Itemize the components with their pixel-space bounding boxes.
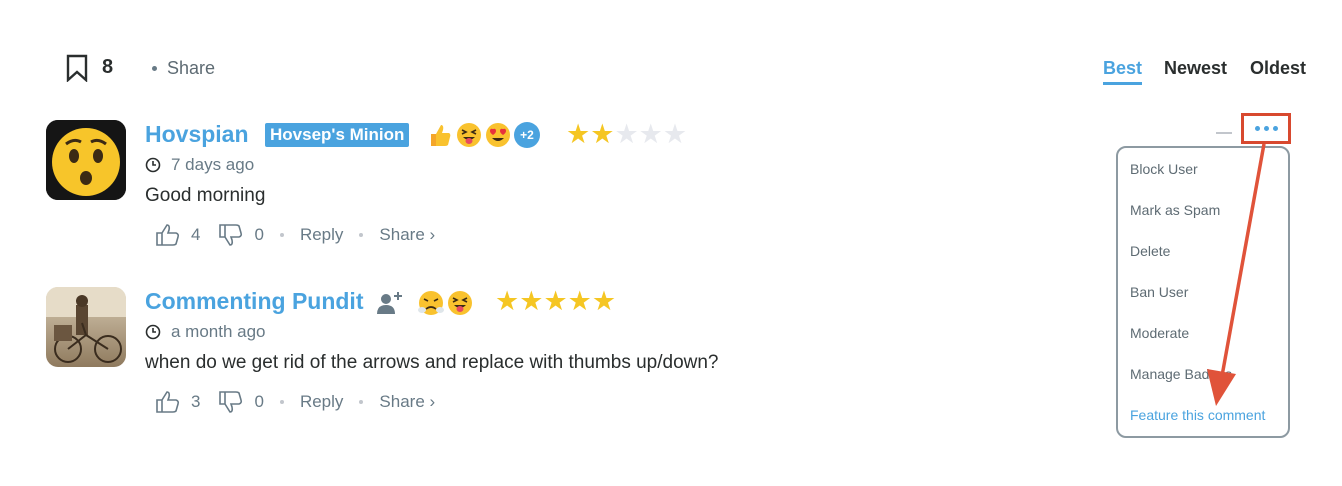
star-empty-icon: ★ [614,119,639,149]
comment-body: when do we get rid of the arrows and rep… [145,352,719,373]
comment-actions: 4 0 Reply Share › [155,223,435,247]
star-empty-icon: ★ [662,119,688,149]
steam-from-nose-emoji-icon [418,291,444,315]
clock-icon [145,324,161,340]
comment-timestamp[interactable]: 7 days ago [171,155,254,175]
downvote-count: 0 [254,392,264,411]
dot-icon [1254,126,1260,131]
comment-actions: 3 0 Reply Share › [155,390,435,414]
thumbs-up-icon [431,125,451,146]
bicycle-photo-avatar [46,287,126,367]
star-icon: ★ [543,286,568,316]
comment-body: Good morning [145,185,266,206]
reaction-list[interactable] [376,290,473,316]
separator-dot [359,400,364,404]
menu-item-block-user[interactable]: Block User [1130,161,1198,177]
star-icon: ★ [519,286,544,316]
squinting-tongue-emoji-icon [457,123,481,147]
share-label: Share [167,58,216,78]
upvote-count: 3 [191,392,201,411]
upvote-icon[interactable] [155,223,181,247]
separator-dot [152,66,157,71]
upvote-icon[interactable] [155,390,181,414]
squinting-tongue-emoji-icon [448,291,472,315]
surprised-face-icon [46,120,126,200]
menu-item-delete[interactable]: Delete [1130,243,1170,259]
bookmark-icon[interactable] [66,54,88,82]
collapse-button[interactable] [1216,132,1232,134]
tab-newest[interactable]: Newest [1164,58,1227,79]
tab-oldest[interactable]: Oldest [1250,58,1306,79]
downvote-icon[interactable] [218,223,244,247]
more-reactions-badge[interactable]: +2 [514,122,540,148]
dot-icon [1272,126,1278,131]
comment-meta: 7 days ago [145,155,254,175]
menu-item-ban-user[interactable]: Ban User [1130,284,1188,300]
annotation-arrow-icon [1207,143,1266,406]
star-icon: ★ [566,119,591,149]
share-comment-button[interactable]: Share › [379,392,435,412]
bookmark-count: 8 [102,56,114,78]
share-thread-button[interactable]: Share [152,58,215,79]
comment-timestamp[interactable]: a month ago [171,322,266,342]
follow-user-icon[interactable] [376,290,404,316]
share-comment-button[interactable]: Share › [379,225,435,245]
star-icon: ★ [495,286,520,316]
separator-dot [359,233,364,237]
menu-item-moderate[interactable]: Moderate [1130,325,1189,341]
star-rating: ★★★★★ [566,121,687,148]
comment-author[interactable]: Hovspian [145,121,249,148]
downvote-count: 0 [254,225,264,244]
tab-best[interactable]: Best [1103,58,1142,79]
star-rating: ★★★★★ [495,288,616,315]
comment-author[interactable]: Commenting Pundit [145,288,363,315]
user-badge: Hovsep's Minion [265,123,410,147]
star-icon: ★ [591,286,617,316]
star-icon: ★ [567,286,592,316]
separator-dot [279,233,284,237]
dot-icon [1263,126,1269,131]
active-tab-indicator [1103,82,1142,85]
reaction-list[interactable]: +2 [427,122,540,148]
avatar[interactable] [46,287,126,367]
reply-button[interactable]: Reply [300,392,343,412]
downvote-icon[interactable] [218,390,244,414]
clock-icon [145,157,161,173]
separator-dot [279,400,284,404]
star-icon: ★ [590,119,615,149]
upvote-count: 4 [191,225,201,244]
reply-button[interactable]: Reply [300,225,343,245]
heart-eyes-emoji-icon [486,123,510,147]
comment-meta: a month ago [145,322,266,342]
avatar[interactable] [46,120,126,200]
star-empty-icon: ★ [638,119,663,149]
